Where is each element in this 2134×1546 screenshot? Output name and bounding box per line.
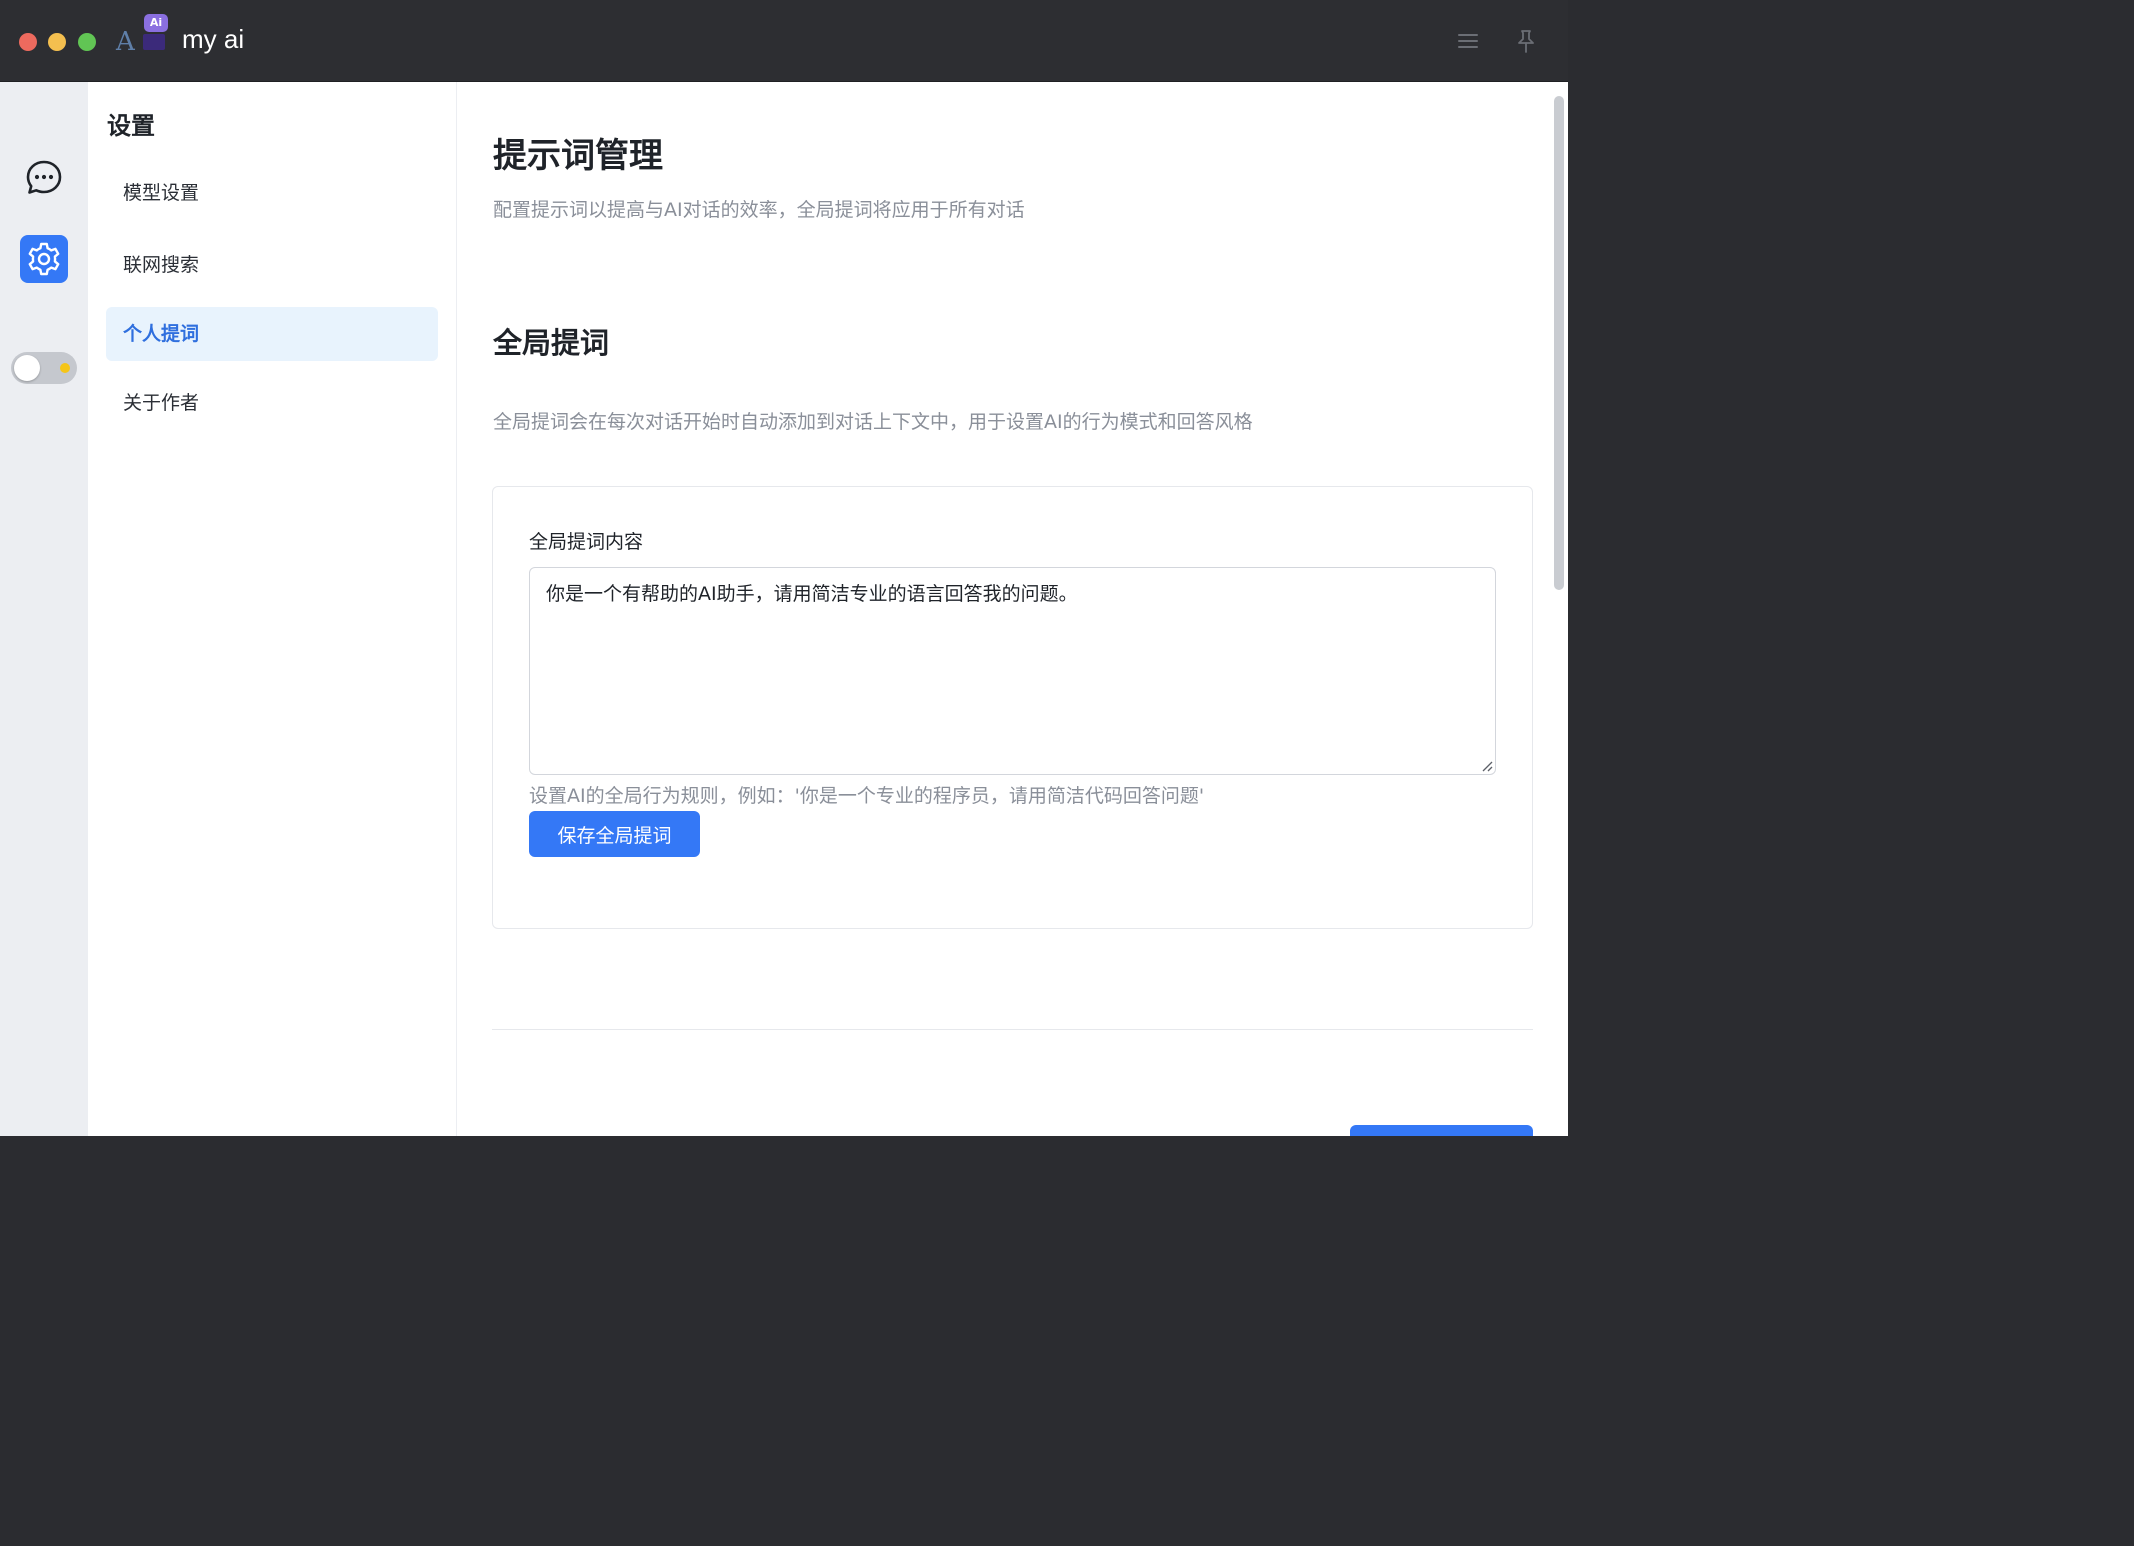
gear-icon [28,242,60,276]
page-title: 提示词管理 [493,136,663,176]
section-divider [492,1029,1533,1030]
global-prompt-help: 设置AI的全局行为规则，例如：'你是一个专业的程序员，请用简洁代码回答问题' [529,785,1205,807]
nav-item-model-settings[interactable]: 模型设置 [106,166,438,220]
logo-block [143,34,165,50]
nav-item-personal-prompts[interactable]: 个人提词 [106,307,438,361]
resize-grip-icon[interactable] [1481,760,1493,772]
global-prompt-card: 全局提词内容 你是一个有帮助的AI助手，请用简洁专业的语言回答我的问题。 设置A… [492,486,1533,929]
global-prompt-textarea[interactable]: 你是一个有帮助的AI助手，请用简洁专业的语言回答我的问题。 [529,567,1496,775]
settings-nav: 设置 模型设置 联网搜索 个人提词 关于作者 [88,82,457,1136]
close-window-button[interactable] [19,33,37,51]
settings-nav-title: 设置 [107,112,155,140]
minimize-window-button[interactable] [48,33,66,51]
app-window: A Ai my ai 设置 模型设置 联网搜索 个人提词 关于作者 提示词管理 … [0,0,1568,1136]
theme-toggle[interactable] [11,352,77,384]
chat-bubble-icon [26,160,62,194]
page-description: 配置提示词以提高与AI对话的效率，全局提词将应用于所有对话 [493,199,1025,221]
logo-badge: Ai [144,14,168,32]
nav-item-about-author[interactable]: 关于作者 [106,376,438,430]
global-prompt-label: 全局提词内容 [529,531,644,553]
title-bar: A Ai my ai [0,0,1568,82]
zoom-window-button[interactable] [78,33,96,51]
left-rail [0,82,88,1136]
logo-letter: A [116,27,135,57]
next-section-button[interactable] [1350,1125,1533,1136]
toggle-knob [14,355,40,381]
main-content: 提示词管理 配置提示词以提高与AI对话的效率，全局提词将应用于所有对话 全局提词… [457,82,1568,1136]
section-title: 全局提词 [493,326,610,360]
app-logo: A Ai [115,14,171,58]
pin-icon[interactable] [1512,27,1540,55]
scrollbar-thumb[interactable] [1554,96,1564,590]
sun-icon [60,363,70,373]
rail-settings-button[interactable] [20,235,68,283]
save-global-prompt-button[interactable]: 保存全局提词 [529,811,700,857]
nav-item-web-search[interactable]: 联网搜索 [106,238,438,292]
menu-icon[interactable] [1454,27,1482,55]
section-description: 全局提词会在每次对话开始时自动添加到对话上下文中，用于设置AI的行为模式和回答风… [493,411,1253,433]
app-title: my ai [182,24,245,54]
rail-chat-button[interactable] [20,154,68,202]
